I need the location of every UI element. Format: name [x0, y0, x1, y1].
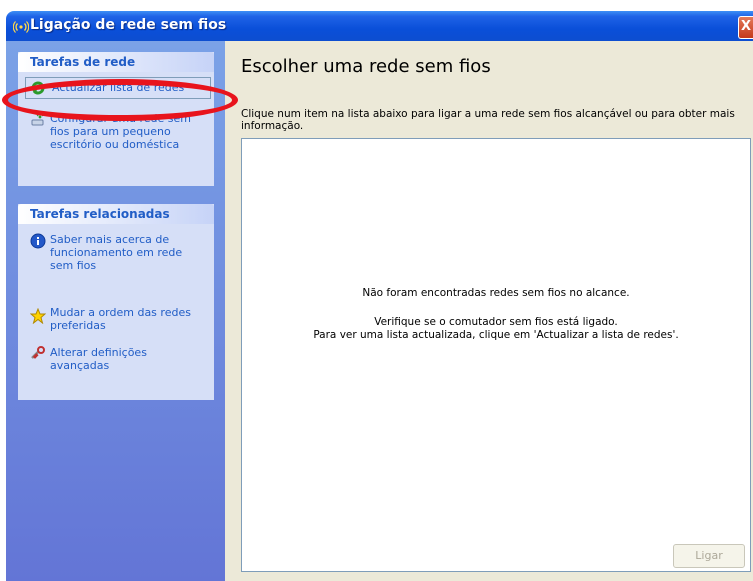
related-tasks-box: Tarefas relacionadas Saber mais acerca d… — [18, 204, 214, 400]
window-body: Tarefas de rede Actualizar lista de rede… — [6, 41, 753, 581]
wireless-network-list[interactable]: Não foram encontradas redes sem fios no … — [241, 138, 751, 572]
page-title: Escolher uma rede sem fios — [241, 56, 491, 77]
change-preferred-order-link[interactable]: Mudar a ordem das redes preferidas — [18, 306, 214, 332]
star-icon — [30, 308, 46, 324]
learn-wireless-label: Saber mais acerca de funcionamento em re… — [50, 233, 183, 272]
window-title: Ligação de rede sem fios — [30, 17, 227, 33]
network-tasks-header: Tarefas de rede — [18, 52, 214, 72]
refresh-network-list-label: Actualizar lista de redes — [52, 81, 185, 94]
change-preferred-order-label: Mudar a ordem das redes preferidas — [50, 306, 191, 332]
related-tasks-header: Tarefas relacionadas — [18, 204, 214, 224]
change-advanced-settings-label: Alterar definições avançadas — [50, 346, 147, 372]
refresh-network-list-link[interactable]: Actualizar lista de redes — [25, 77, 211, 99]
main-panel: Escolher uma rede sem fios Clique num it… — [225, 41, 753, 581]
connect-button[interactable]: Ligar — [673, 544, 745, 568]
refresh-icon — [31, 81, 45, 95]
close-button[interactable]: X — [738, 16, 753, 39]
instructions-text: Clique num item na lista abaixo para lig… — [241, 108, 735, 132]
title-bar[interactable]: Ligação de rede sem fios X — [6, 11, 753, 41]
setup-wizard-icon — [31, 114, 44, 126]
settings-icon — [31, 346, 45, 359]
no-networks-message: Não foram encontradas redes sem fios no … — [362, 287, 630, 299]
setup-wireless-network-label: Configurar uma rede sem fios para um peq… — [50, 112, 191, 151]
check-switch-message: Verifique se o comutador sem fios está l… — [374, 316, 618, 328]
setup-wireless-network-link[interactable]: Configurar uma rede sem fios para um peq… — [18, 112, 214, 151]
network-tasks-box: Tarefas de rede Actualizar lista de rede… — [18, 52, 214, 186]
wireless-network-icon — [13, 21, 29, 33]
task-pane: Tarefas de rede Actualizar lista de rede… — [6, 41, 225, 581]
change-advanced-settings-link[interactable]: Alterar definições avançadas — [18, 346, 214, 372]
refresh-hint-message: Para ver uma lista actualizada, clique e… — [313, 329, 679, 341]
close-icon: X — [740, 19, 752, 34]
info-icon — [30, 233, 46, 249]
learn-wireless-link[interactable]: Saber mais acerca de funcionamento em re… — [18, 233, 214, 272]
